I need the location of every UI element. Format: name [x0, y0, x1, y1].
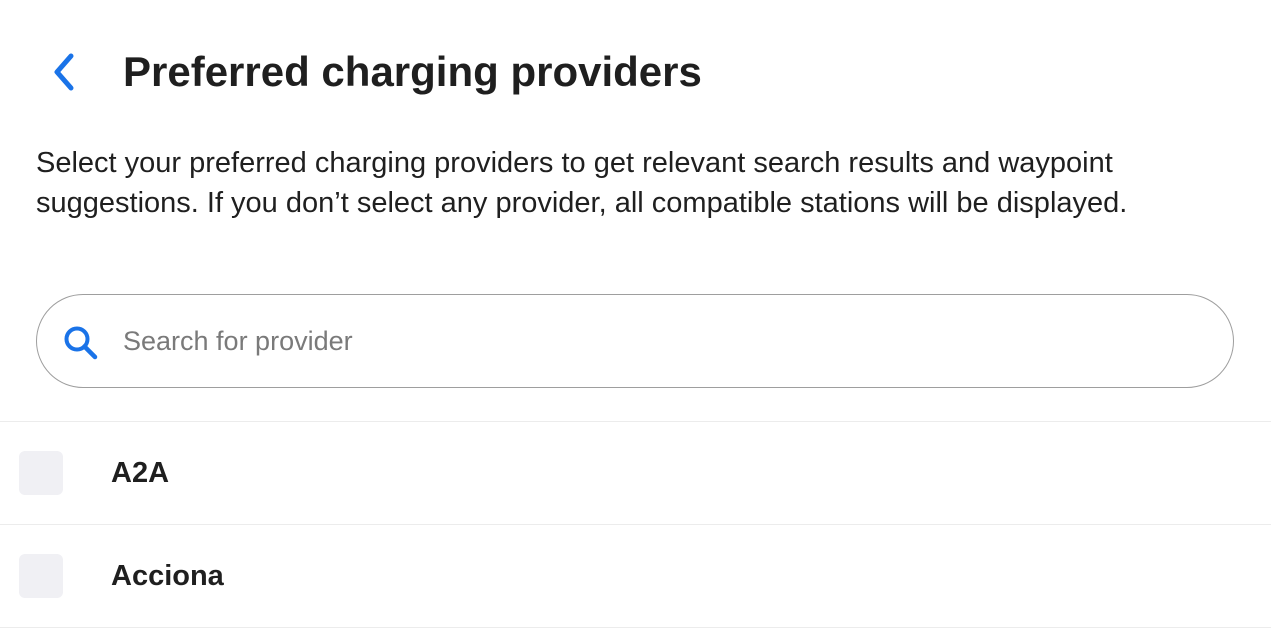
chevron-left-icon [54, 53, 74, 91]
divider [0, 627, 1271, 628]
provider-checkbox[interactable] [19, 554, 63, 598]
preferred-providers-screen: Preferred charging providers Select your… [0, 0, 1271, 634]
provider-label: Acciona [111, 560, 224, 592]
provider-item-acciona[interactable]: Acciona [0, 525, 1271, 627]
page-title: Preferred charging providers [123, 48, 702, 95]
header: Preferred charging providers [0, 0, 1271, 140]
search-icon [64, 326, 98, 360]
provider-label: A2A [111, 457, 170, 489]
back-button[interactable] [40, 48, 88, 96]
description-text: Select your preferred charging providers… [36, 147, 1128, 219]
search-input[interactable] [123, 317, 1203, 365]
provider-checkbox[interactable] [19, 451, 63, 495]
provider-item-a2a[interactable]: A2A [0, 422, 1271, 524]
search-box[interactable] [36, 294, 1234, 388]
